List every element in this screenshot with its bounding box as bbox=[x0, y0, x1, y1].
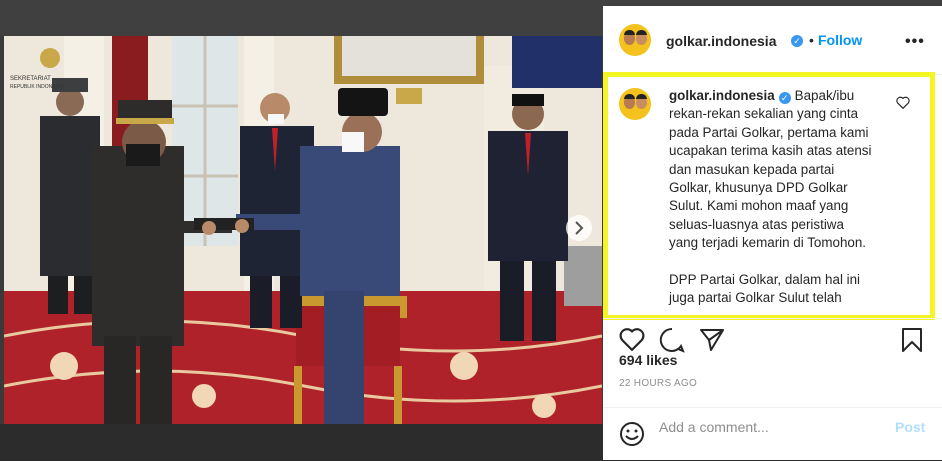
likes-count[interactable]: 694 likes bbox=[619, 352, 677, 368]
follow-button[interactable]: Follow bbox=[818, 32, 862, 48]
next-photo-button[interactable] bbox=[566, 215, 592, 241]
caption-line: Sulut. Kami mohon maaf yang bbox=[669, 198, 849, 214]
comment-icon[interactable] bbox=[659, 327, 685, 353]
caption-line: yang terjadi kemarin di Tomohon. bbox=[669, 235, 867, 251]
post-timestamp[interactable]: 22 HOURS AGO bbox=[619, 378, 697, 389]
chevron-right-icon bbox=[575, 221, 584, 235]
post-comment-button[interactable]: Post bbox=[895, 419, 925, 435]
verified-icon: ✓ bbox=[791, 35, 803, 47]
avatar[interactable] bbox=[619, 24, 651, 56]
caption-line: Golkar, khusunya DPD Golkar bbox=[669, 180, 848, 196]
caption-like-heart-icon[interactable] bbox=[896, 96, 910, 109]
caption-line: juga partai Golkar Sulut telah bbox=[669, 290, 842, 306]
comment-input[interactable]: Add a comment... bbox=[659, 419, 879, 435]
screen-frame: SEKRETARIAT REPUBLIK INDONESIA golkar.in… bbox=[0, 0, 942, 460]
separator-dot: • bbox=[809, 32, 814, 48]
heart-icon[interactable] bbox=[619, 327, 645, 351]
post-side-panel: golkar.indonesia ✓ • Follow ••• golkar.i… bbox=[603, 6, 942, 460]
caption-avatar[interactable] bbox=[619, 88, 651, 120]
caption-first-line: golkar.indonesia ✓ Bapak/ibu bbox=[669, 87, 901, 105]
caption-line: ucapakan terima kasih atas atensi bbox=[669, 143, 872, 159]
caption-line: DPP Partai Golkar, dalam hal ini bbox=[669, 271, 861, 287]
post-photo[interactable]: SEKRETARIAT REPUBLIK INDONESIA bbox=[4, 36, 602, 424]
caption-line: pada Partai Golkar, pertama kami bbox=[669, 124, 869, 140]
emoji-icon[interactable] bbox=[619, 421, 645, 447]
caption-line-blank bbox=[669, 253, 901, 271]
caption-line: rekan-rekan sekalian yang cinta bbox=[669, 106, 859, 122]
caption-line-0: Bapak/ibu bbox=[794, 88, 855, 103]
window-bottom-band bbox=[0, 424, 604, 460]
post-caption: golkar.indonesia ✓ Bapak/ibu rekan-rekan s… bbox=[669, 87, 901, 307]
share-icon[interactable] bbox=[699, 327, 725, 353]
ceremony-photo-illustration: SEKRETARIAT REPUBLIK INDONESIA bbox=[4, 36, 602, 424]
caption-line: dan masukan kepada partai bbox=[669, 161, 835, 177]
watermark-text-2: REPUBLIK INDONESIA bbox=[10, 84, 64, 90]
caption-username[interactable]: golkar.indonesia bbox=[669, 88, 775, 103]
caption-line: seluas-luasnya atas peristiwa bbox=[669, 216, 844, 232]
username-link[interactable]: golkar.indonesia bbox=[666, 33, 776, 49]
verified-icon: ✓ bbox=[778, 92, 791, 104]
bookmark-icon[interactable] bbox=[900, 327, 924, 353]
watermark-text-1: SEKRETARIAT bbox=[10, 76, 51, 82]
post-header: golkar.indonesia ✓ • Follow ••• bbox=[603, 6, 942, 75]
more-options-button[interactable]: ••• bbox=[905, 33, 925, 51]
